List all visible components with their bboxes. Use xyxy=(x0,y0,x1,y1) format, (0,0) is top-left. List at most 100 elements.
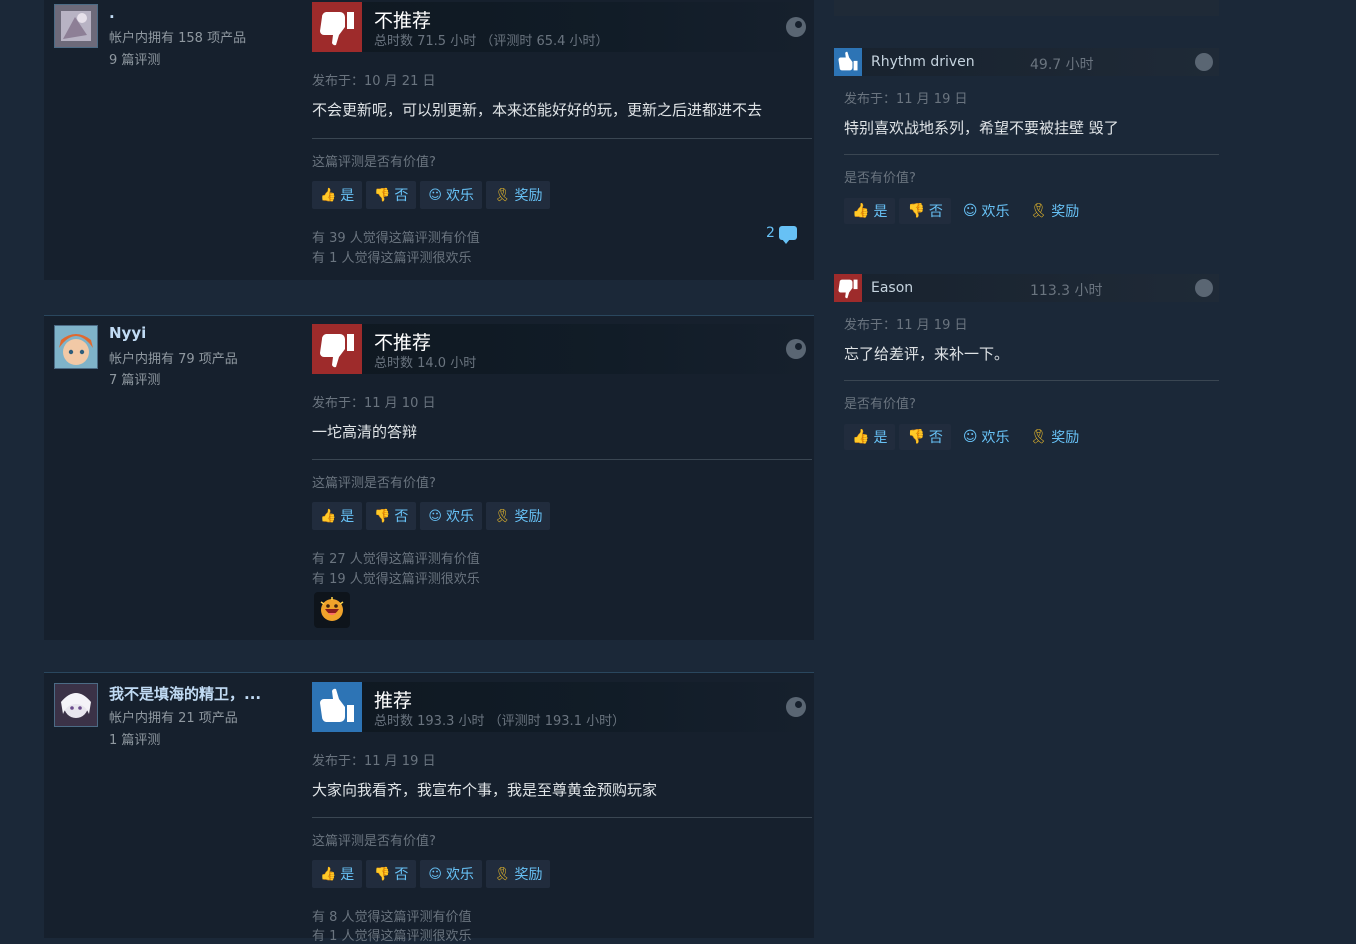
review-text: 不会更新呢，可以别更新，本来还能好好的玩，更新之后进都进不去 xyxy=(312,101,763,119)
helpful-question: 这篇评测是否有价值? xyxy=(312,476,436,491)
avatar[interactable] xyxy=(54,325,98,369)
vote-no-button[interactable]: 👎 否 xyxy=(899,198,951,224)
side-playtime: 113.3 小时 xyxy=(1030,283,1103,299)
smiley-icon: ☺ xyxy=(428,187,442,203)
smiley-icon: ☺ xyxy=(428,508,442,524)
thumbs-up-icon: 👍 xyxy=(852,203,870,219)
side-username[interactable]: Rhythm driven xyxy=(871,54,975,70)
review-card: 我不是填海的精卫，... 帐户内拥有 21 项产品 1 篇评测 推荐 总时数 1… xyxy=(44,672,814,944)
owned-products[interactable]: 帐户内拥有 21 项产品 xyxy=(109,707,238,726)
award-icon: 🎗 xyxy=(1029,203,1048,219)
thumbs-down-icon xyxy=(312,2,362,52)
review-card: . 帐户内拥有 158 项产品 9 篇评测 不推荐 总时数 71.5 小时 （评… xyxy=(44,0,814,280)
username[interactable]: . xyxy=(109,4,115,22)
vote-buttons: 👍 是 👎 否 ☺ 欢乐 🎗 奖励 xyxy=(312,502,551,530)
divider xyxy=(312,817,812,818)
award-button[interactable]: 🎗 奖励 xyxy=(485,502,551,530)
thumbs-down-icon: 👎 xyxy=(374,508,391,524)
vote-buttons: 👍 是 👎 否 ☺ 欢乐 🎗 奖励 xyxy=(312,181,551,209)
helpful-question: 这篇评测是否有价值? xyxy=(312,834,436,849)
funny-count: 有 1 人觉得这篇评测很欢乐 xyxy=(312,251,472,266)
vote-yes-button[interactable]: 👍 是 xyxy=(312,502,363,530)
divider xyxy=(312,138,812,139)
verdict-banner[interactable]: 推荐 总时数 193.3 小时 （评测时 193.1 小时） xyxy=(312,682,812,732)
vote-buttons: 👍 是 👎 否 ☺ 欢乐 🎗 奖励 xyxy=(312,860,551,888)
side-posted-date: 发布于：11 月 19 日 xyxy=(844,92,968,107)
playtime: 总时数 71.5 小时 （评测时 65.4 小时） xyxy=(374,34,609,49)
thumbs-down-icon xyxy=(312,324,362,374)
funny-count: 有 1 人觉得这篇评测很欢乐 xyxy=(312,929,472,944)
review-count[interactable]: 7 篇评测 xyxy=(109,369,160,388)
side-review-text: 忘了给差评，来补一下。 xyxy=(844,345,1010,363)
thumbs-down-icon xyxy=(834,274,862,302)
side-vote-buttons: 👍 是 👎 否 ☺ 欢乐 🎗 奖励 xyxy=(844,198,1087,224)
thumbs-up-icon: 👍 xyxy=(852,429,870,445)
vote-yes-button[interactable]: 👍 是 xyxy=(844,424,896,450)
side-username[interactable]: Eason xyxy=(871,280,913,296)
side-vote-buttons: 👍 是 👎 否 ☺ 欢乐 🎗 奖励 xyxy=(844,424,1087,450)
thumbs-up-icon: 👍 xyxy=(320,866,337,882)
owned-products[interactable]: 帐户内拥有 158 项产品 xyxy=(109,27,246,46)
thumbs-up-icon xyxy=(312,682,362,732)
smiley-icon: ☺ xyxy=(962,429,978,445)
helpful-question: 这篇评测是否有价值? xyxy=(312,155,436,170)
award-button[interactable]: 🎗 奖励 xyxy=(1021,198,1087,224)
vote-no-button[interactable]: 👎 否 xyxy=(366,502,417,530)
award-reaction-icon[interactable] xyxy=(314,592,350,628)
playtime: 总时数 193.3 小时 （评测时 193.1 小时） xyxy=(374,714,626,729)
award-icon: 🎗 xyxy=(493,866,511,882)
thumbs-up-icon: 👍 xyxy=(320,508,337,524)
divider xyxy=(844,154,1219,155)
helpful-count: 有 39 人觉得这篇评测有价值 xyxy=(312,231,480,246)
award-button[interactable]: 🎗 奖励 xyxy=(1021,424,1087,450)
award-icon: 🎗 xyxy=(493,187,511,203)
funny-count: 有 19 人觉得这篇评测很欢乐 xyxy=(312,572,480,587)
vote-no-button[interactable]: 👎 否 xyxy=(366,181,417,209)
helpful-count: 有 27 人觉得这篇评测有价值 xyxy=(312,552,480,567)
playtime: 总时数 14.0 小时 xyxy=(374,356,477,371)
verdict-title: 不推荐 xyxy=(374,10,432,32)
side-review-header[interactable]: Rhythm driven 49.7 小时 xyxy=(834,48,1219,76)
posted-date: 发布于：11 月 19 日 xyxy=(312,754,436,769)
username[interactable]: 我不是填海的精卫，... xyxy=(109,683,261,704)
avatar[interactable] xyxy=(54,683,98,727)
review-count[interactable]: 1 篇评测 xyxy=(109,729,160,748)
thumbs-down-icon: 👎 xyxy=(907,203,925,219)
vote-yes-button[interactable]: 👍 是 xyxy=(844,198,896,224)
helpful-count: 有 8 人觉得这篇评测有价值 xyxy=(312,910,472,925)
award-icon: 🎗 xyxy=(1029,429,1048,445)
award-button[interactable]: 🎗 奖励 xyxy=(485,860,551,888)
vote-funny-button[interactable]: ☺ 欢乐 xyxy=(420,860,482,888)
vote-funny-button[interactable]: ☺ 欢乐 xyxy=(955,424,1018,450)
username[interactable]: Nyyi xyxy=(109,324,146,342)
award-button[interactable]: 🎗 奖励 xyxy=(485,181,551,209)
review-count[interactable]: 9 篇评测 xyxy=(109,49,160,68)
vote-yes-button[interactable]: 👍 是 xyxy=(312,860,363,888)
vote-funny-button[interactable]: ☺ 欢乐 xyxy=(420,502,482,530)
avatar[interactable] xyxy=(54,4,98,48)
steam-logo-icon xyxy=(786,17,806,37)
verdict-banner[interactable]: 不推荐 总时数 71.5 小时 （评测时 65.4 小时） xyxy=(312,2,812,52)
verdict-banner[interactable]: 不推荐 总时数 14.0 小时 xyxy=(312,324,812,374)
review-text: 大家向我看齐，我宣布个事，我是至尊黄金预购玩家 xyxy=(312,781,658,799)
review-text: 一坨高清的答辩 xyxy=(312,423,418,441)
thumbs-down-icon: 👎 xyxy=(907,429,925,445)
steam-logo-icon xyxy=(786,697,806,717)
vote-funny-button[interactable]: ☺ 欢乐 xyxy=(420,181,482,209)
vote-funny-button[interactable]: ☺ 欢乐 xyxy=(955,198,1018,224)
comments-link[interactable]: 2 xyxy=(766,225,797,244)
side-playtime: 49.7 小时 xyxy=(1030,57,1094,73)
posted-date: 发布于：10 月 21 日 xyxy=(312,74,436,89)
posted-date: 发布于：11 月 10 日 xyxy=(312,396,436,411)
divider xyxy=(312,459,812,460)
owned-products[interactable]: 帐户内拥有 79 项产品 xyxy=(109,348,238,367)
steam-logo-icon xyxy=(1195,53,1213,71)
thumbs-up-icon xyxy=(834,48,862,76)
award-icon: 🎗 xyxy=(493,508,511,524)
vote-no-button[interactable]: 👎 否 xyxy=(899,424,951,450)
vote-no-button[interactable]: 👎 否 xyxy=(366,860,417,888)
divider xyxy=(844,380,1219,381)
side-review-header[interactable]: Eason 113.3 小时 xyxy=(834,274,1219,302)
vote-yes-button[interactable]: 👍 是 xyxy=(312,181,363,209)
verdict-title: 推荐 xyxy=(374,690,413,712)
